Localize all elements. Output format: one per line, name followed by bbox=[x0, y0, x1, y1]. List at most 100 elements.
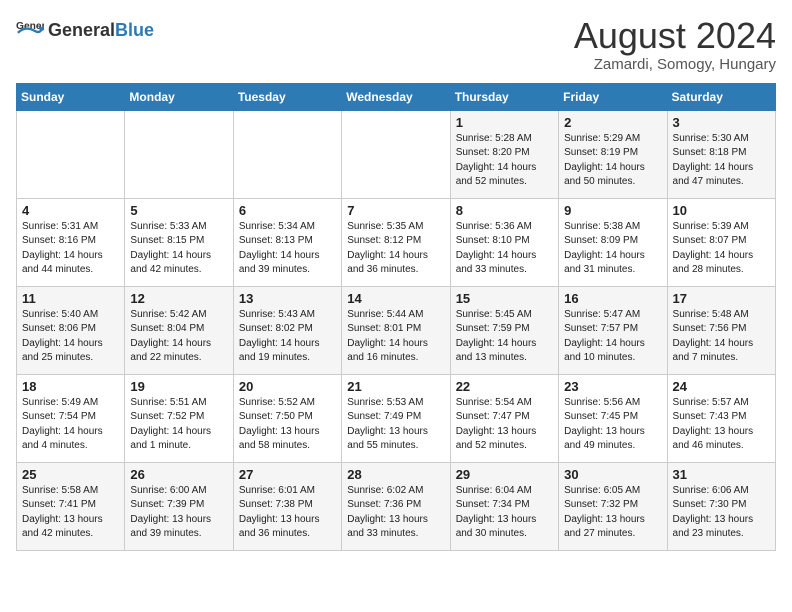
day-cell: 1 Sunrise: 5:28 AM Sunset: 8:20 PM Daylig… bbox=[450, 110, 558, 198]
day-number: 6 bbox=[239, 203, 336, 218]
day-info: Sunrise: 5:28 AM Sunset: 8:20 PM Dayligh… bbox=[456, 132, 553, 190]
day-cell: 8 Sunrise: 5:36 AM Sunset: 8:10 PM Daylig… bbox=[450, 198, 558, 286]
week-row-4: 18 Sunrise: 5:49 AM Sunset: 7:54 PM Dayli… bbox=[17, 374, 776, 462]
day-info: Sunrise: 5:43 AM Sunset: 8:02 PM Dayligh… bbox=[239, 308, 336, 366]
day-number: 31 bbox=[673, 467, 770, 482]
day-info: Sunrise: 5:42 AM Sunset: 8:04 PM Dayligh… bbox=[130, 308, 227, 366]
day-number: 8 bbox=[456, 203, 553, 218]
day-number: 11 bbox=[22, 291, 119, 306]
day-number: 12 bbox=[130, 291, 227, 306]
day-cell: 6 Sunrise: 5:34 AM Sunset: 8:13 PM Daylig… bbox=[233, 198, 341, 286]
day-cell bbox=[17, 110, 125, 198]
day-info: Sunrise: 5:40 AM Sunset: 8:06 PM Dayligh… bbox=[22, 308, 119, 366]
day-cell: 16Sunrise: 5:47 AM Sunset: 7:57 PM Dayli… bbox=[559, 286, 667, 374]
day-number: 18 bbox=[22, 379, 119, 394]
day-info: Sunrise: 5:54 AM Sunset: 7:47 PM Dayligh… bbox=[456, 396, 553, 454]
day-info: Sunrise: 5:39 AM Sunset: 8:07 PM Dayligh… bbox=[673, 220, 770, 278]
day-cell: 7 Sunrise: 5:35 AM Sunset: 8:12 PM Daylig… bbox=[342, 198, 450, 286]
column-header-monday: Monday bbox=[125, 83, 233, 110]
day-info: Sunrise: 5:29 AM Sunset: 8:19 PM Dayligh… bbox=[564, 132, 661, 190]
day-info: Sunrise: 5:51 AM Sunset: 7:52 PM Dayligh… bbox=[130, 396, 227, 454]
day-number: 5 bbox=[130, 203, 227, 218]
day-cell: 2 Sunrise: 5:29 AM Sunset: 8:19 PM Daylig… bbox=[559, 110, 667, 198]
day-cell: 3 Sunrise: 5:30 AM Sunset: 8:18 PM Daylig… bbox=[667, 110, 775, 198]
day-info: Sunrise: 5:30 AM Sunset: 8:18 PM Dayligh… bbox=[673, 132, 770, 190]
calendar-table: SundayMondayTuesdayWednesdayThursdayFrid… bbox=[16, 83, 776, 551]
month-year-title: August 2024 bbox=[574, 16, 776, 56]
day-number: 27 bbox=[239, 467, 336, 482]
day-info: Sunrise: 5:31 AM Sunset: 8:16 PM Dayligh… bbox=[22, 220, 119, 278]
day-number: 30 bbox=[564, 467, 661, 482]
day-cell: 18 Sunrise: 5:49 AM Sunset: 7:54 PM Dayli… bbox=[17, 374, 125, 462]
day-cell: 24Sunrise: 5:57 AM Sunset: 7:43 PM Dayli… bbox=[667, 374, 775, 462]
day-info: Sunrise: 6:01 AM Sunset: 7:38 PM Dayligh… bbox=[239, 484, 336, 542]
column-header-sunday: Sunday bbox=[17, 83, 125, 110]
day-info: Sunrise: 5:34 AM Sunset: 8:13 PM Dayligh… bbox=[239, 220, 336, 278]
day-info: Sunrise: 5:52 AM Sunset: 7:50 PM Dayligh… bbox=[239, 396, 336, 454]
day-info: Sunrise: 6:05 AM Sunset: 7:32 PM Dayligh… bbox=[564, 484, 661, 542]
day-cell: 20 Sunrise: 5:52 AM Sunset: 7:50 PM Dayli… bbox=[233, 374, 341, 462]
day-info: Sunrise: 5:36 AM Sunset: 8:10 PM Dayligh… bbox=[456, 220, 553, 278]
day-cell: 21Sunrise: 5:53 AM Sunset: 7:49 PM Dayli… bbox=[342, 374, 450, 462]
day-number: 22 bbox=[456, 379, 553, 394]
day-info: Sunrise: 5:58 AM Sunset: 7:41 PM Dayligh… bbox=[22, 484, 119, 542]
day-number: 20 bbox=[239, 379, 336, 394]
day-cell: 12 Sunrise: 5:42 AM Sunset: 8:04 PM Dayli… bbox=[125, 286, 233, 374]
day-cell: 11 Sunrise: 5:40 AM Sunset: 8:06 PM Dayli… bbox=[17, 286, 125, 374]
day-number: 25 bbox=[22, 467, 119, 482]
week-row-1: 1 Sunrise: 5:28 AM Sunset: 8:20 PM Daylig… bbox=[17, 110, 776, 198]
header-row: SundayMondayTuesdayWednesdayThursdayFrid… bbox=[17, 83, 776, 110]
title-block: August 2024 Zamardi, Somogy, Hungary bbox=[574, 16, 776, 73]
day-number: 4 bbox=[22, 203, 119, 218]
day-number: 7 bbox=[347, 203, 444, 218]
column-header-wednesday: Wednesday bbox=[342, 83, 450, 110]
day-cell: 10 Sunrise: 5:39 AM Sunset: 8:07 PM Dayli… bbox=[667, 198, 775, 286]
logo-icon: General bbox=[16, 16, 44, 44]
day-info: Sunrise: 5:45 AM Sunset: 7:59 PM Dayligh… bbox=[456, 308, 553, 366]
week-row-5: 25 Sunrise: 5:58 AM Sunset: 7:41 PM Dayli… bbox=[17, 462, 776, 550]
day-info: Sunrise: 6:02 AM Sunset: 7:36 PM Dayligh… bbox=[347, 484, 444, 542]
day-info: Sunrise: 5:44 AM Sunset: 8:01 PM Dayligh… bbox=[347, 308, 444, 366]
day-cell: 26Sunrise: 6:00 AM Sunset: 7:39 PM Dayli… bbox=[125, 462, 233, 550]
logo-text-blue: Blue bbox=[115, 20, 154, 40]
day-cell: 5 Sunrise: 5:33 AM Sunset: 8:15 PM Daylig… bbox=[125, 198, 233, 286]
day-info: Sunrise: 5:35 AM Sunset: 8:12 PM Dayligh… bbox=[347, 220, 444, 278]
page-header: General GeneralBlue August 2024 Zamardi,… bbox=[16, 16, 776, 73]
day-cell: 22 Sunrise: 5:54 AM Sunset: 7:47 PM Dayli… bbox=[450, 374, 558, 462]
day-cell bbox=[342, 110, 450, 198]
column-header-tuesday: Tuesday bbox=[233, 83, 341, 110]
day-number: 3 bbox=[673, 115, 770, 130]
day-cell: 30 Sunrise: 6:05 AM Sunset: 7:32 PM Dayli… bbox=[559, 462, 667, 550]
day-number: 10 bbox=[673, 203, 770, 218]
day-cell: 27 Sunrise: 6:01 AM Sunset: 7:38 PM Dayli… bbox=[233, 462, 341, 550]
day-info: Sunrise: 5:38 AM Sunset: 8:09 PM Dayligh… bbox=[564, 220, 661, 278]
logo: General GeneralBlue bbox=[16, 16, 154, 44]
day-cell: 9Sunrise: 5:38 AM Sunset: 8:09 PM Daylig… bbox=[559, 198, 667, 286]
location-subtitle: Zamardi, Somogy, Hungary bbox=[574, 56, 776, 73]
day-cell bbox=[125, 110, 233, 198]
week-row-3: 11 Sunrise: 5:40 AM Sunset: 8:06 PM Dayli… bbox=[17, 286, 776, 374]
day-cell: 31 Sunrise: 6:06 AM Sunset: 7:30 PM Dayli… bbox=[667, 462, 775, 550]
day-number: 23 bbox=[564, 379, 661, 394]
day-number: 13 bbox=[239, 291, 336, 306]
day-info: Sunrise: 6:04 AM Sunset: 7:34 PM Dayligh… bbox=[456, 484, 553, 542]
week-row-2: 4 Sunrise: 5:31 AM Sunset: 8:16 PM Daylig… bbox=[17, 198, 776, 286]
day-number: 14 bbox=[347, 291, 444, 306]
day-cell: 28 Sunrise: 6:02 AM Sunset: 7:36 PM Dayli… bbox=[342, 462, 450, 550]
day-number: 1 bbox=[456, 115, 553, 130]
day-info: Sunrise: 5:47 AM Sunset: 7:57 PM Dayligh… bbox=[564, 308, 661, 366]
day-info: Sunrise: 5:33 AM Sunset: 8:15 PM Dayligh… bbox=[130, 220, 227, 278]
day-number: 15 bbox=[456, 291, 553, 306]
day-number: 19 bbox=[130, 379, 227, 394]
logo-text-general: General bbox=[48, 20, 115, 40]
day-info: Sunrise: 5:49 AM Sunset: 7:54 PM Dayligh… bbox=[22, 396, 119, 454]
day-info: Sunrise: 6:00 AM Sunset: 7:39 PM Dayligh… bbox=[130, 484, 227, 542]
day-cell: 17Sunrise: 5:48 AM Sunset: 7:56 PM Dayli… bbox=[667, 286, 775, 374]
day-cell: 29Sunrise: 6:04 AM Sunset: 7:34 PM Dayli… bbox=[450, 462, 558, 550]
day-number: 17 bbox=[673, 291, 770, 306]
day-cell: 15 Sunrise: 5:45 AM Sunset: 7:59 PM Dayli… bbox=[450, 286, 558, 374]
day-number: 28 bbox=[347, 467, 444, 482]
day-info: Sunrise: 6:06 AM Sunset: 7:30 PM Dayligh… bbox=[673, 484, 770, 542]
column-header-thursday: Thursday bbox=[450, 83, 558, 110]
day-number: 2 bbox=[564, 115, 661, 130]
